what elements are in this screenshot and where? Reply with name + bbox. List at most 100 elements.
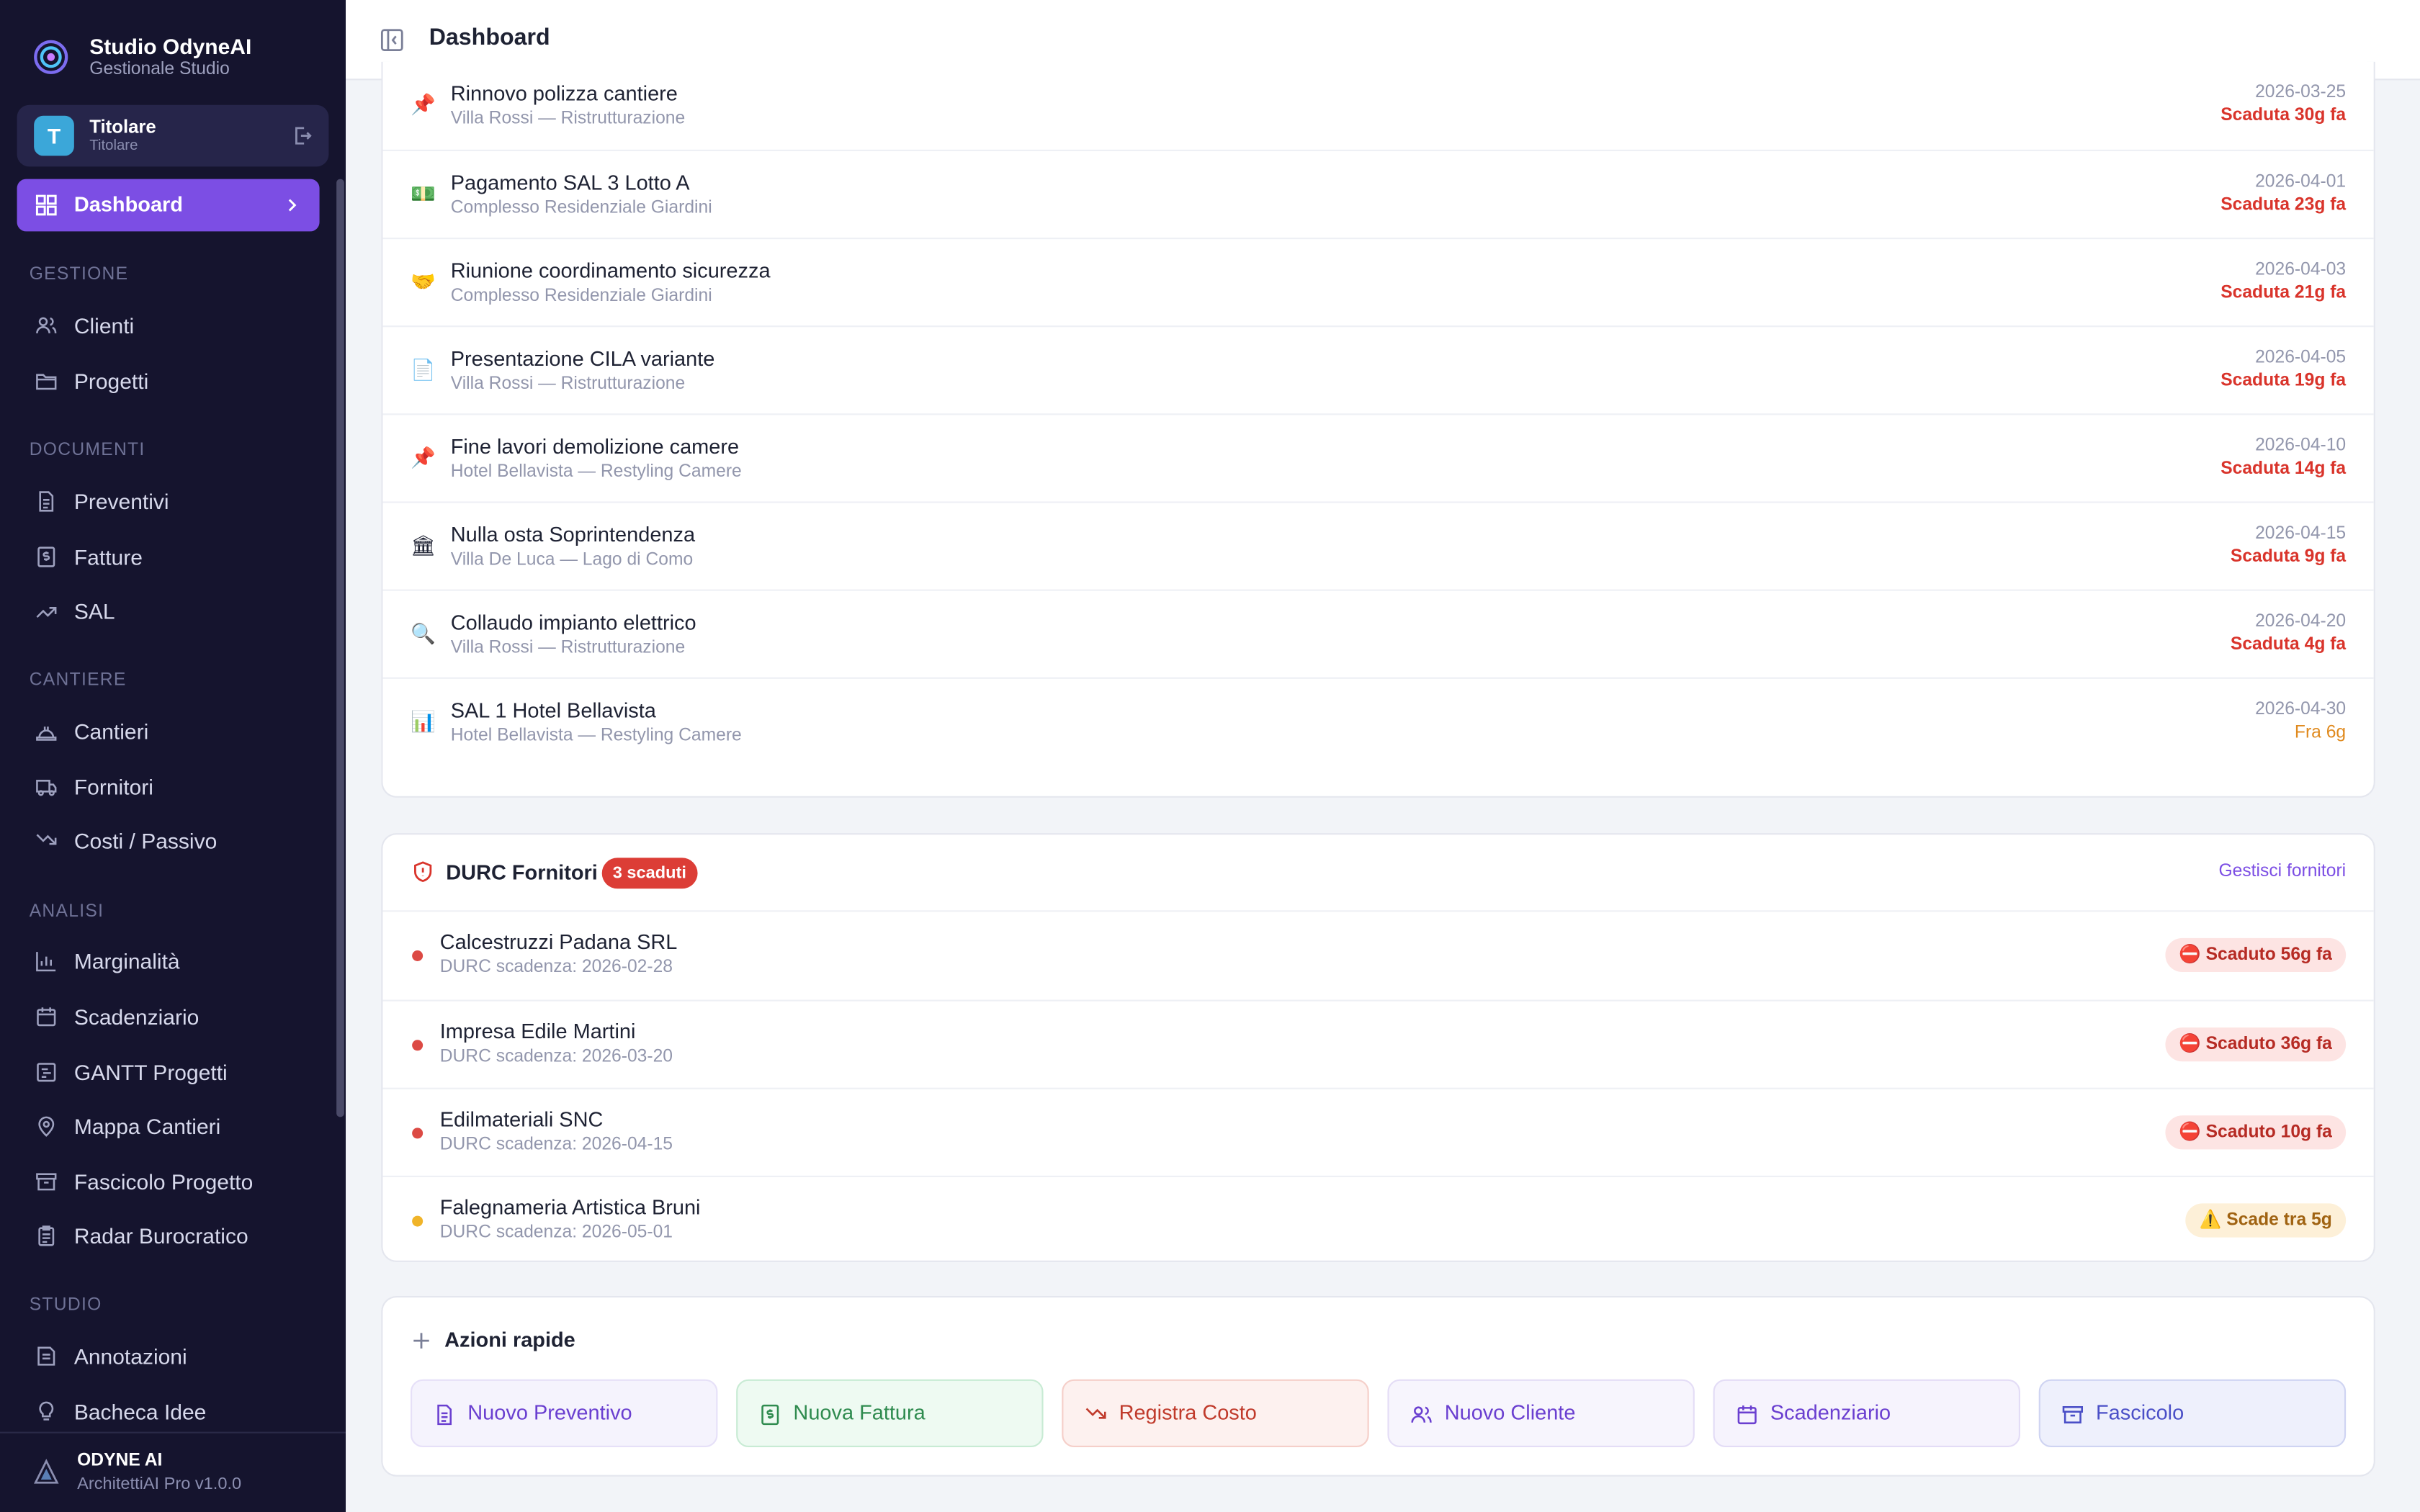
quick-action-scadenziario-button[interactable]: Scadenziario	[1713, 1379, 2020, 1447]
sidebar-item-label: Annotazioni	[73, 1344, 187, 1369]
footer-version: ArchitettiAI Pro v1.0.0	[77, 1475, 242, 1494]
sidebar-item-annotazioni[interactable]: Annotazioni	[17, 1333, 320, 1379]
durc-card: DURC Fornitori 3 scaduti Gestisci fornit…	[381, 833, 2375, 1262]
sidebar-item-label: Bacheca Idee	[73, 1399, 207, 1424]
sidebar-item-bacheca-idee[interactable]: Bacheca Idee	[17, 1389, 320, 1435]
supplier-row[interactable]: Calcestruzzi Padana SRL DURC scadenza: 20…	[382, 912, 2373, 999]
section-title-studio: STUDIO	[29, 1296, 102, 1315]
quick-actions-title: Azioni rapide	[444, 1328, 575, 1352]
deadline-row[interactable]: 📌 Rinnovo polizza cantiere Villa Rossi — R…	[382, 62, 2373, 150]
section-title-documenti: DOCUMENTI	[29, 441, 145, 460]
sidebar-item-fornitori[interactable]: Fornitori	[17, 764, 320, 810]
deadline-project: Villa De Luca — Lago di Como	[450, 551, 694, 570]
sidebar-item-label: Fatture	[73, 544, 143, 570]
shield-alert-icon	[414, 861, 432, 883]
sidebar-item-fatture[interactable]: Fatture	[17, 534, 320, 580]
deadline-title: Pagamento SAL 3 Lotto A	[450, 171, 690, 194]
odyne-logo-icon	[34, 1459, 59, 1484]
quick-action-nuova-fattura-button[interactable]: Nuova Fattura	[736, 1379, 1044, 1447]
odyne-logo-icon	[34, 40, 68, 74]
calendar-icon	[1737, 1405, 1757, 1425]
quick-action-registra-costo-button[interactable]: Registra Costo	[1062, 1379, 1369, 1447]
file-text-icon	[437, 1404, 452, 1426]
clipboard-icon	[38, 1225, 55, 1246]
sidebar-item-radar-burocratico[interactable]: Radar Burocratico	[17, 1212, 320, 1259]
archive-icon	[2062, 1405, 2083, 1423]
hard-hat-icon	[36, 726, 57, 741]
deadline-row[interactable]: 🏛 Nulla osta Soprintendenza Villa De Luca …	[382, 501, 2374, 589]
chevron-right-icon	[288, 199, 297, 212]
sidebar-item-label: Scadenziario	[73, 1004, 200, 1030]
deadline-row[interactable]: 🔍 Collaudo impianto elettrico Villa Rossi …	[382, 589, 2374, 678]
sidebar-item-preventivi[interactable]: Preventivi	[17, 478, 320, 524]
user-role: Titolare	[89, 137, 138, 155]
invoice-icon	[37, 546, 55, 567]
sidebar-item-label: Preventivi	[73, 489, 169, 514]
section-title-analisi: ANALISI	[29, 902, 104, 922]
deadline-date: 2026-04-01	[2255, 173, 2347, 192]
sidebar-item-gantt-progetti[interactable]: GANTT Progetti	[17, 1049, 320, 1095]
sidebar-item-dashboard[interactable]: Dashboard	[17, 179, 320, 232]
supplier-row[interactable]: Falegnameria Artistica Bruni DURC scadenz…	[382, 1175, 2374, 1264]
sidebar-item-marginalita[interactable]: Marginalità	[17, 938, 320, 984]
sidebar-item-label: SAL	[73, 598, 115, 624]
durc-expiry: DURC scadenza: 2026-03-20	[439, 1048, 673, 1066]
durc-expiry: DURC scadenza: 2026-02-28	[439, 958, 673, 977]
logout-icon[interactable]	[292, 125, 313, 147]
deadline-status: Scaduta 9g fa	[2230, 547, 2347, 567]
sidebar-item-cantieri[interactable]: Cantieri	[17, 708, 320, 755]
grid-icon	[35, 194, 57, 216]
quick-action-fascicolo-button[interactable]: Fascicolo	[2038, 1379, 2347, 1447]
supplier-name: Edilmateriali SNC	[439, 1107, 604, 1131]
supplier-row[interactable]: Impresa Edile Martini DURC scadenza: 2026…	[382, 999, 2374, 1088]
quick-action-nuovo-preventivo-button[interactable]: Nuovo Preventivo	[411, 1379, 718, 1447]
durc-expiry: DURC scadenza: 2026-05-01	[439, 1223, 673, 1242]
deadline-title: Riunione coordinamento sicurezza	[450, 259, 771, 283]
sidebar-item-scadenziario[interactable]: Scadenziario	[17, 994, 320, 1040]
deadline-status: Scaduta 14g fa	[2220, 459, 2347, 479]
sidebar-item-costi-passivo[interactable]: Costi / Passivo	[17, 818, 320, 864]
note-icon	[37, 1346, 55, 1366]
bar-chart-icon	[36, 952, 56, 972]
deadline-status: Scaduta 30g fa	[2220, 106, 2347, 125]
footer-title: ODYNE AI	[77, 1452, 163, 1471]
status-dot	[412, 1215, 424, 1227]
supplier-name: Falegnameria Artistica Bruni	[439, 1195, 701, 1219]
sidebar-scrollbar[interactable]	[336, 179, 344, 1117]
avatar[interactable]: T	[34, 115, 74, 156]
plus-icon	[413, 1333, 429, 1349]
status-badge: ⚠️ Scade tra 5g	[2185, 1203, 2347, 1238]
section-title-cantiere: CANTIERE	[29, 671, 127, 690]
sidebar-item-fascicolo-progetto[interactable]: Fascicolo Progetto	[17, 1158, 320, 1205]
supplier-row[interactable]: Edilmateriali SNC DURC scadenza: 2026-04-…	[382, 1087, 2374, 1176]
deadline-row[interactable]: 📊 SAL 1 Hotel Bellavista Hotel Bellavista …	[382, 677, 2374, 765]
deadline-status: Fra 6g	[2294, 723, 2347, 742]
deadline-date: 2026-04-15	[2255, 524, 2347, 544]
deadline-row[interactable]: 🤝 Riunione coordinamento sicurezza Comples…	[382, 238, 2374, 325]
deadlines-card: 📌 Rinnovo polizza cantiere Villa Rossi — R…	[381, 61, 2375, 798]
deadline-status: Scaduta 23g fa	[2220, 196, 2347, 215]
deadline-row[interactable]: 📄 Presentazione CILA variante Villa Rossi …	[382, 325, 2374, 413]
sidebar-item-clienti[interactable]: Clienti	[17, 302, 320, 348]
supplier-name: Calcestruzzi Padana SRL	[439, 930, 678, 954]
lightbulb-icon	[39, 1401, 54, 1421]
deadline-row[interactable]: 📌 Fine lavori demolizione camere Hotel Bel…	[382, 413, 2374, 501]
status-dot	[412, 1040, 424, 1051]
sidebar-item-label: Costi / Passivo	[73, 828, 218, 853]
sidebar-item-sal[interactable]: SAL	[17, 588, 320, 634]
durc-header: DURC Fornitori 3 scaduti Gestisci fornit…	[382, 834, 2374, 912]
sidebar-toggle-icon[interactable]	[380, 28, 404, 53]
sidebar-item-mappa-cantieri[interactable]: Mappa Cantieri	[17, 1103, 320, 1149]
deadline-date: 2026-04-05	[2255, 348, 2347, 367]
deadline-title: Rinnovo polizza cantiere	[450, 81, 678, 105]
sidebar-item-progetti[interactable]: Progetti	[17, 358, 320, 404]
deadline-row[interactable]: 💵 Pagamento SAL 3 Lotto A Complesso Reside…	[382, 149, 2374, 238]
app-name: Studio OdyneAI	[89, 34, 252, 59]
deadline-title: Fine lavori demolizione camere	[450, 435, 740, 459]
sidebar-item-label: Marginalità	[73, 948, 180, 974]
quick-action-nuovo-cliente-button[interactable]: Nuovo Cliente	[1387, 1379, 1695, 1447]
page-title: Dashboard	[429, 24, 550, 51]
document-icon: 📄	[411, 358, 436, 382]
manage-suppliers-link[interactable]: Gestisci fornitori	[2218, 863, 2346, 881]
quick-action-label: Nuova Fattura	[793, 1400, 926, 1424]
